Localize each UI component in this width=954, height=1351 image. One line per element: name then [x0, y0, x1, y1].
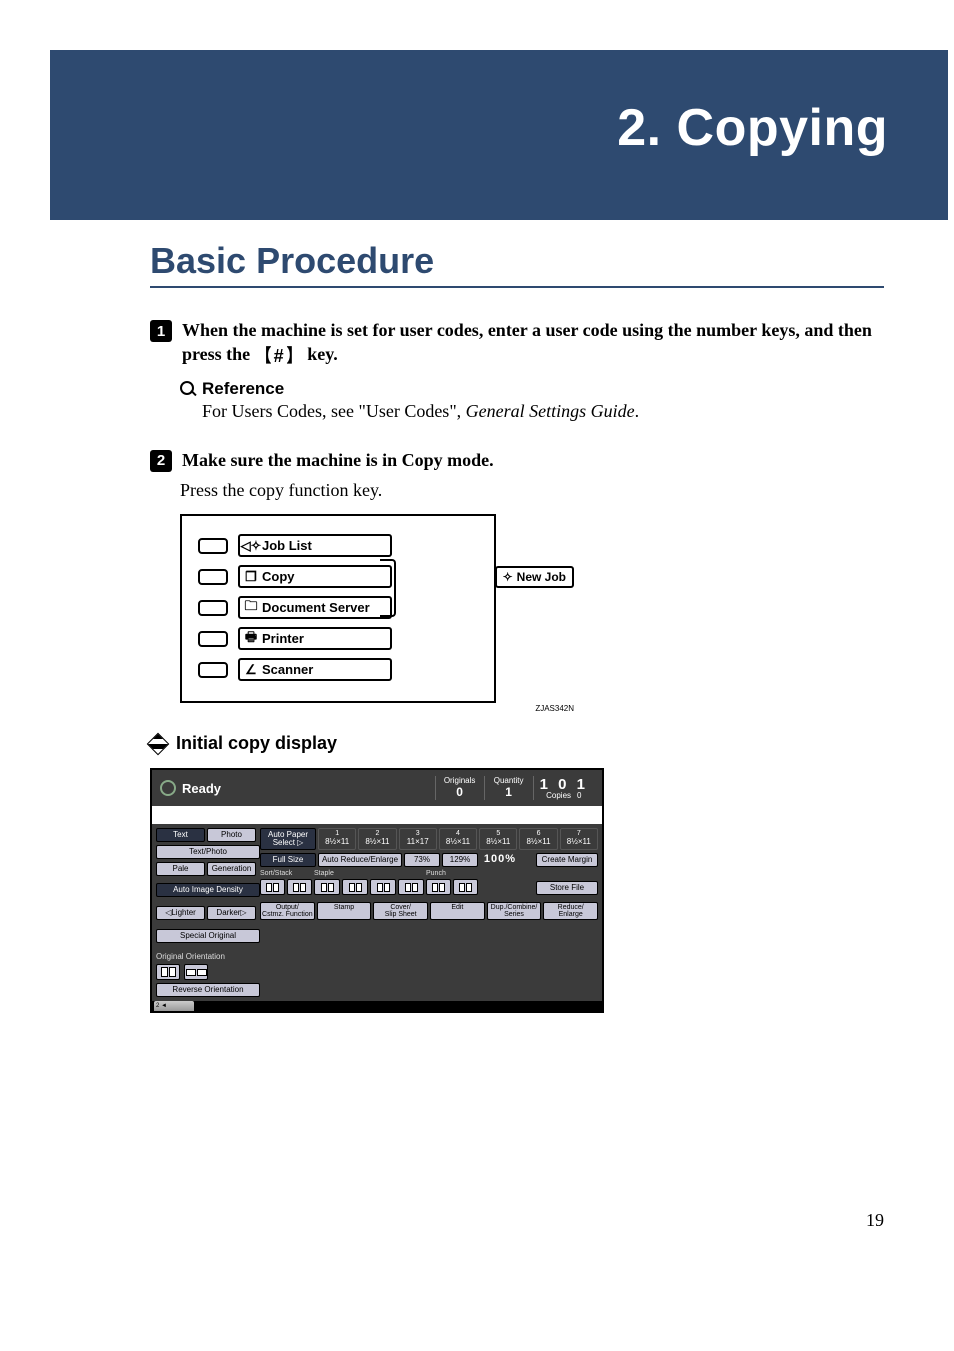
figure-code: ZJAS342N	[535, 704, 574, 713]
doc-server-button: 🗀 Document Server	[238, 596, 392, 619]
sort-icon	[260, 879, 285, 895]
lcd-auto-paper-btn: Auto Paper Select ▷	[260, 828, 316, 850]
step-number-icon: 2	[150, 450, 172, 472]
printer-button: 🖶 Printer	[238, 627, 392, 650]
lcd-darker-btn: Darker▷	[207, 906, 256, 920]
scanner-icon: ∠	[244, 663, 258, 677]
lcd-stamp-btn: Stamp	[317, 902, 372, 920]
lcd-reduce-btn: Reduce/ Enlarge	[543, 902, 598, 920]
lcd-message-bar	[152, 806, 602, 824]
copies-counter: 1 0 1 Copies 0	[533, 776, 594, 800]
job-list-button: ◁✧ Job List	[238, 534, 392, 557]
orientation-portrait-icon	[156, 964, 180, 980]
step-1: 1 When the machine is set for user codes…	[150, 318, 884, 367]
lcd-reverse-orientation-btn: Reverse Orientation	[156, 983, 260, 997]
printer-icon: 🖶	[244, 632, 258, 646]
lcd-generation-btn: Generation	[207, 862, 256, 876]
lcd-create-margin-btn: Create Margin	[536, 853, 598, 867]
punch-icon	[453, 879, 478, 895]
lcd-lighter-btn: ◁Lighter	[156, 906, 205, 920]
doc-server-icon: 🗀	[244, 601, 258, 615]
staple-icon	[398, 879, 424, 895]
lcd-text-btn: Text	[156, 828, 205, 842]
hash-key-icon: 【#】	[255, 347, 303, 365]
scanner-button: ∠ Scanner	[238, 658, 392, 681]
magnify-icon	[180, 381, 196, 397]
job-list-icon: ◁✧	[244, 539, 258, 553]
new-job-button: ✧ New Job	[495, 566, 574, 588]
lcd-tray-6: 68½×11	[519, 828, 557, 850]
orientation-landscape-icon	[184, 964, 208, 980]
chapter-title: 2. Copying	[617, 98, 888, 158]
lcd-textphoto-btn: Text/Photo	[156, 845, 260, 859]
punch-icon	[426, 879, 451, 895]
lcd-tray-4: 48½×11	[439, 828, 477, 850]
lcd-dup-btn: Dup./Combine/ Series	[487, 902, 542, 920]
lcd-full-size-btn: Full Size	[260, 853, 316, 867]
step-2-sub: Press the copy function key.	[180, 478, 884, 502]
lcd-sort-label: Sort/Stack	[260, 870, 312, 877]
section-rule	[150, 286, 884, 288]
lcd-output-btn: Output/ Cstmz. Function	[260, 902, 315, 920]
lcd-tray-3: 311×17	[399, 828, 437, 850]
ready-led-icon	[160, 780, 176, 796]
status-led-icon	[198, 538, 228, 554]
staple-icon	[342, 879, 368, 895]
status-led-icon	[198, 600, 228, 616]
diamond-bullet-icon	[147, 732, 170, 755]
initial-copy-heading: Initial copy display	[150, 733, 884, 754]
reference-body: For Users Codes, see "User Codes", Gener…	[202, 401, 884, 422]
copier-lcd-figure: Ready Originals 0 Quantity 1 1 0 1 Copie	[150, 768, 604, 1013]
function-keys-figure: ✧ New Job ◁✧ Job List ❐ Copy	[180, 514, 496, 703]
step-1-text: When the machine is set for user codes, …	[182, 318, 884, 367]
lcd-tray-5: 58½×11	[479, 828, 517, 850]
staple-icon	[314, 879, 340, 895]
reference-heading: Reference	[180, 379, 884, 399]
lcd-pale-btn: Pale	[156, 862, 205, 876]
lcd-auto-reduce-btn: Auto Reduce/Enlarge	[318, 853, 402, 867]
copy-button: ❐ Copy	[238, 565, 392, 588]
lcd-store-file-btn: Store File	[536, 881, 598, 895]
step-2: 2 Make sure the machine is in Copy mode.	[150, 448, 884, 472]
status-led-icon	[198, 662, 228, 678]
interrupt-icon: ✧	[503, 570, 513, 584]
step-number-icon: 1	[150, 320, 172, 342]
lcd-footer: 2 ◄	[152, 1001, 602, 1011]
lcd-129pct-btn: 129%	[442, 853, 478, 867]
status-led-icon	[198, 569, 228, 585]
stack-icon	[287, 879, 312, 895]
page-number: 19	[866, 1210, 884, 1231]
section-title: Basic Procedure	[150, 240, 884, 282]
lcd-100pct-label: 100%	[480, 853, 520, 867]
staple-icon	[370, 879, 396, 895]
lcd-tray-1: 18½×11	[318, 828, 356, 850]
lcd-footer-tab: 2 ◄	[154, 1001, 194, 1011]
chapter-banner: 2. Copying	[50, 50, 948, 230]
lcd-edit-btn: Edit	[430, 902, 485, 920]
quantity-counter: Quantity 1	[484, 776, 533, 800]
status-led-icon	[198, 631, 228, 647]
step-2-text: Make sure the machine is in Copy mode.	[182, 448, 494, 472]
lcd-tray-2: 28½×11	[358, 828, 396, 850]
ready-status: Ready	[160, 780, 435, 796]
lcd-punch-label: Punch	[426, 870, 478, 877]
lcd-staple-label: Staple	[314, 870, 424, 877]
lcd-73pct-btn: 73%	[404, 853, 440, 867]
lcd-cover-btn: Cover/ Slip Sheet	[373, 902, 428, 920]
lcd-orig-orientation-label: Original Orientation	[156, 952, 256, 961]
lcd-special-original-btn: Special Original	[156, 929, 260, 943]
lcd-photo-btn: Photo	[207, 828, 256, 842]
lcd-tray-7: 78½×11	[560, 828, 598, 850]
originals-counter: Originals 0	[435, 776, 484, 800]
lcd-auto-density-btn: Auto Image Density	[156, 883, 260, 897]
copy-icon: ❐	[244, 570, 258, 584]
